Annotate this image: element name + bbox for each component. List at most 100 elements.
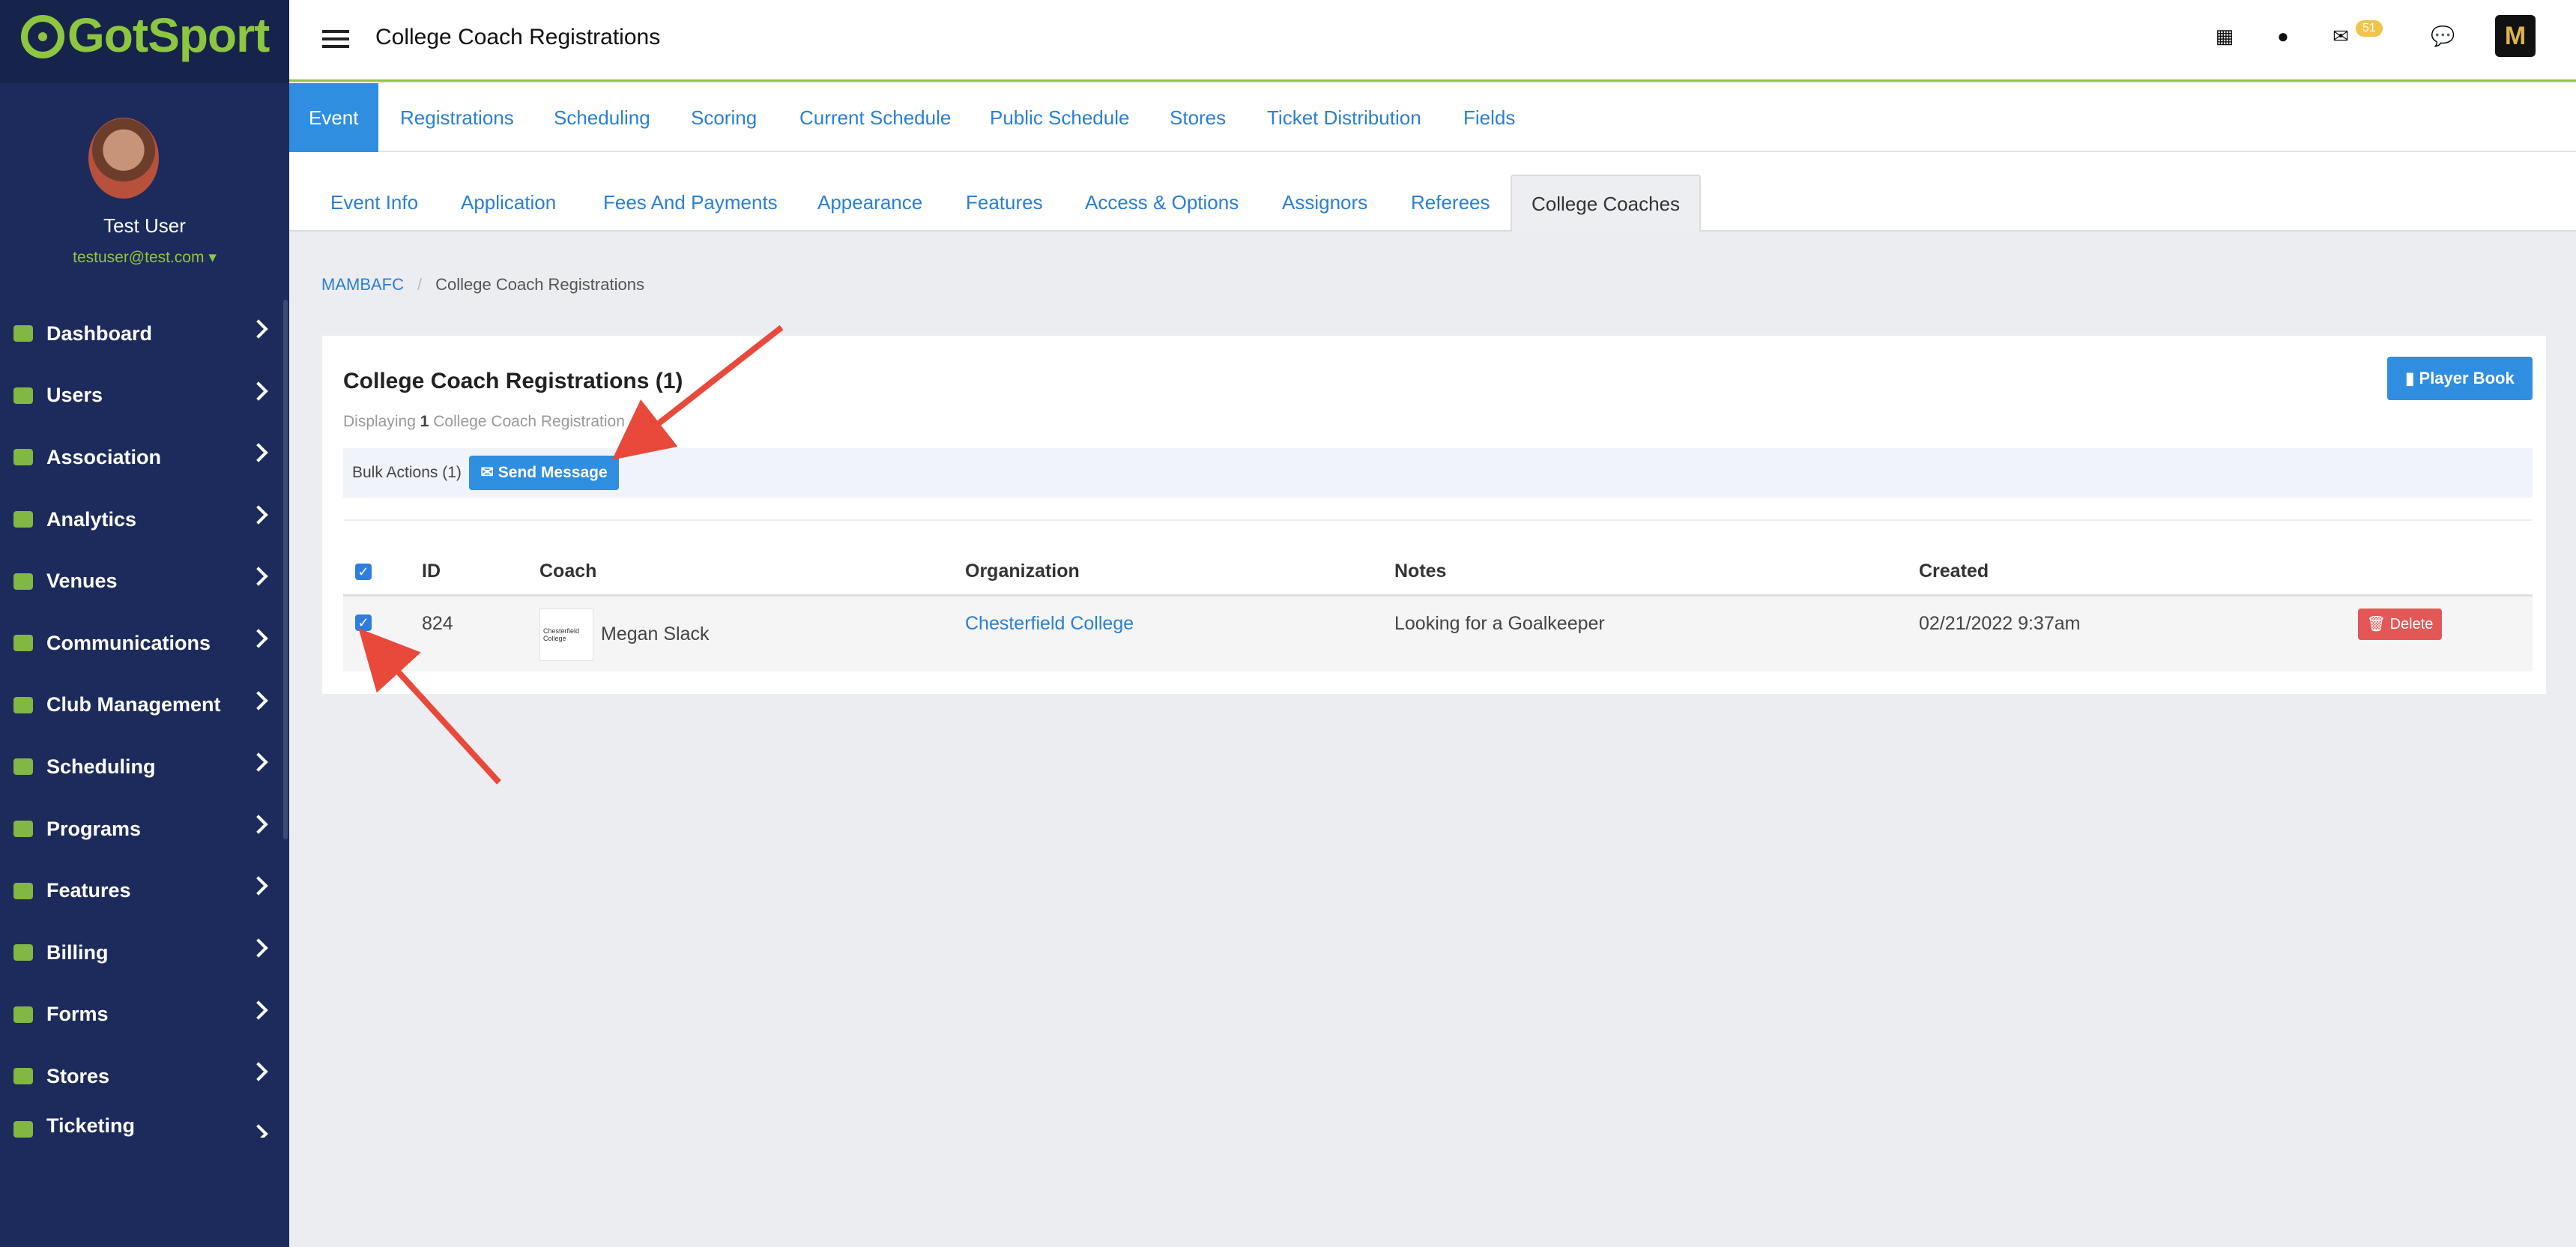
sidebar-item-label: Users: [46, 384, 103, 407]
tab-college-coaches[interactable]: College Coaches: [1511, 175, 1702, 232]
select-all-checkbox[interactable]: ✓: [355, 564, 372, 580]
breadcrumb: MAMBAFC / College Coach Registrations: [321, 275, 644, 295]
sub-tabs: Event Info Application Fees And Payments…: [289, 152, 2576, 232]
user-icon[interactable]: ●: [2273, 25, 2294, 46]
tab-access-options[interactable]: Access & Options: [1085, 191, 1239, 214]
tab-appearance[interactable]: Appearance: [817, 191, 922, 214]
tab-stores[interactable]: Stores: [1170, 83, 1226, 152]
caret-down-icon: ▾: [208, 249, 217, 266]
sidebar-nav: Dashboard Users Association Analytics Ve…: [0, 303, 289, 1138]
ticket-icon: [13, 1120, 33, 1138]
sidebar-item-ticketing[interactable]: Ticketing: [0, 1108, 289, 1138]
tab-scheduling[interactable]: Scheduling: [554, 83, 650, 152]
sidebar-item-analytics[interactable]: Analytics: [0, 489, 289, 551]
row-coach-name: Megan Slack: [601, 624, 710, 644]
player-book-button[interactable]: ▮ Player Book: [2387, 357, 2533, 400]
chevron-right-icon: [249, 1000, 268, 1020]
sidebar-item-stores[interactable]: Stores: [0, 1045, 289, 1108]
qr-code-icon[interactable]: ▦: [2214, 25, 2235, 46]
dashboard-icon: [13, 325, 33, 342]
sidebar-item-forms[interactable]: Forms: [0, 984, 289, 1046]
column-header-created: Created: [1919, 561, 1989, 582]
sidebar-item-label: Dashboard: [46, 321, 153, 345]
chevron-right-icon: [249, 752, 268, 772]
coach-logo-text: Chesterfield College: [543, 627, 580, 642]
tab-current-schedule[interactable]: Current Schedule: [799, 83, 951, 152]
home-icon: [13, 573, 33, 590]
sidebar-item-label: Forms: [46, 1003, 109, 1026]
envelope-icon[interactable]: ✉: [2330, 25, 2351, 46]
sidebar-item-label: Venues: [46, 570, 118, 593]
user-name: Test User: [103, 214, 186, 237]
sidebar-item-communications[interactable]: Communications: [0, 612, 289, 674]
sidebar: GotSport Test User testuser@test.com ▾ D…: [0, 0, 289, 1247]
sidebar-item-features[interactable]: Features: [0, 860, 289, 922]
table-header: ✓ ID Coach Organization Notes Created: [343, 552, 2533, 597]
tab-features[interactable]: Features: [966, 191, 1043, 214]
sidebar-item-label: Club Management: [46, 693, 221, 716]
tab-registrations[interactable]: Registrations: [400, 83, 514, 152]
tab-scoring[interactable]: Scoring: [691, 83, 757, 152]
avatar[interactable]: [88, 118, 159, 199]
sidebar-item-dashboard[interactable]: Dashboard: [0, 303, 289, 365]
sidebar-item-users[interactable]: Users: [0, 365, 289, 427]
sidebar-item-venues[interactable]: Venues: [0, 550, 289, 612]
breadcrumb-separator: /: [417, 275, 423, 294]
column-header-organization: Organization: [965, 561, 1080, 582]
sidebar-item-association[interactable]: Association: [0, 426, 289, 489]
logo-bar: GotSport: [0, 0, 289, 83]
divider: [343, 519, 2533, 521]
tab-fees-and-payments[interactable]: Fees And Payments: [603, 191, 778, 214]
sidebar-scrollbar[interactable]: [283, 300, 288, 839]
tab-fields[interactable]: Fields: [1463, 83, 1515, 152]
delete-button[interactable]: 🗑 Delete: [2358, 609, 2442, 640]
organization-logo[interactable]: M: [2495, 15, 2536, 57]
top-header: College Coach Registrations ▦ ● ✉ 51 💬 M: [289, 0, 2576, 82]
row-id: 824: [422, 613, 453, 634]
tab-public-schedule[interactable]: Public Schedule: [990, 83, 1129, 152]
column-header-notes: Notes: [1394, 561, 1447, 582]
chevron-right-icon: [249, 1123, 268, 1138]
card-title: College Coach Registrations (1): [343, 369, 683, 393]
chevron-right-icon: [249, 815, 268, 834]
sidebar-item-club-management[interactable]: Club Management: [0, 674, 289, 737]
sidebar-item-billing[interactable]: Billing: [0, 922, 289, 984]
row-checkbox[interactable]: ✓: [355, 615, 372, 631]
displaying-count-text: Displaying 1 College Coach Registration: [343, 413, 625, 431]
sidebar-item-label: Features: [46, 879, 131, 902]
chevron-right-icon: [249, 629, 268, 648]
displaying-suffix: College Coach Registration: [433, 413, 625, 430]
player-book-label: Player Book: [2419, 369, 2515, 387]
sidebar-item-label: Scheduling: [46, 755, 156, 778]
brand-name[interactable]: GotSport: [67, 7, 270, 63]
tab-event-info[interactable]: Event Info: [330, 191, 418, 214]
displaying-prefix: Displaying: [343, 413, 416, 430]
row-organization-link[interactable]: Chesterfield College: [965, 613, 1134, 635]
shopping-bag-icon: [13, 1068, 33, 1085]
send-message-button[interactable]: ✉ Send Message: [469, 456, 619, 490]
chat-bubble-icon[interactable]: 💬: [2431, 25, 2455, 46]
bulk-actions-bar: Bulk Actions (1) ✉ Send Message: [343, 448, 2533, 498]
tab-event[interactable]: Event: [289, 83, 378, 152]
user-email-dropdown[interactable]: testuser@test.com ▾: [0, 248, 289, 267]
tab-ticket-distribution[interactable]: Ticket Distribution: [1267, 83, 1421, 152]
book-icon: ▮: [2405, 369, 2419, 387]
sidebar-item-label: Analytics: [46, 507, 137, 531]
chevron-right-icon: [249, 381, 268, 401]
tab-referees[interactable]: Referees: [1411, 191, 1490, 214]
sitemap-icon: [13, 449, 33, 466]
sidebar-item-label: Communications: [46, 631, 211, 654]
chevron-right-icon: [249, 567, 268, 587]
chevron-right-icon: [249, 505, 268, 525]
sidebar-item-scheduling[interactable]: Scheduling: [0, 736, 289, 798]
tab-application[interactable]: Application: [461, 191, 556, 214]
page-title: College Coach Registrations: [375, 25, 661, 49]
document-icon: [13, 821, 33, 838]
sidebar-item-programs[interactable]: Programs: [0, 798, 289, 860]
table-row: ✓ 824 Chesterfield College Megan Slack C…: [343, 597, 2533, 671]
tab-assignors[interactable]: Assignors: [1282, 191, 1367, 214]
breadcrumb-root-link[interactable]: MAMBAFC: [321, 275, 404, 294]
hamburger-menu-icon[interactable]: [322, 30, 349, 48]
chevron-right-icon: [249, 690, 268, 710]
calendar-icon: [13, 758, 33, 776]
